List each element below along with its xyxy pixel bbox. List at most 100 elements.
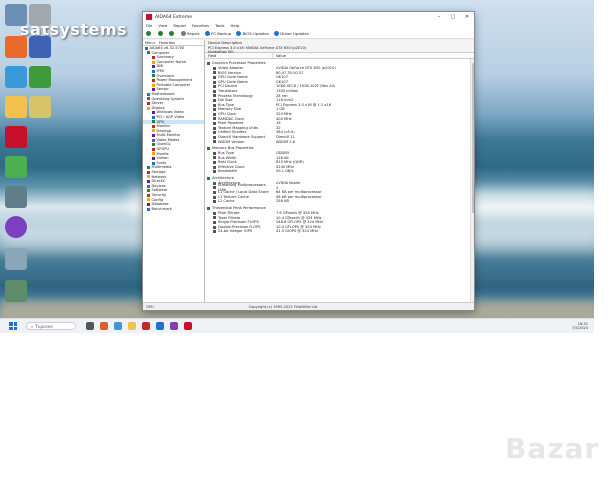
- property-icon: [213, 80, 216, 84]
- menu-report[interactable]: Report: [173, 23, 186, 28]
- tree-node-icon: [152, 115, 155, 119]
- scrollbar-thumb[interactable]: [471, 63, 474, 213]
- desktop-icon[interactable]: [5, 186, 27, 208]
- navigation-tree: Menu Favorites AIDA64 v6.32.5700 Computer…: [143, 40, 205, 302]
- tree-node-icon: [152, 74, 155, 78]
- vertical-scrollbar[interactable]: [470, 59, 474, 302]
- window-titlebar[interactable]: AIDA64 Extreme – □ ✕: [143, 12, 474, 22]
- tree-node-icon: [147, 101, 150, 105]
- desktop-icon[interactable]: [29, 36, 51, 58]
- taskbar-search[interactable]: ⌕ Търсене: [26, 322, 76, 330]
- taskbar-app-icon[interactable]: [128, 322, 136, 330]
- pc-backup-button[interactable]: PC Backup: [204, 31, 231, 36]
- property-row[interactable]: Bandwidth 50.1 GB/s: [205, 169, 474, 174]
- refresh-button[interactable]: [169, 31, 176, 36]
- column-field[interactable]: Field: [205, 53, 273, 58]
- desktop-icon[interactable]: [29, 96, 51, 118]
- taskbar-app-icon[interactable]: [142, 322, 150, 330]
- desktop-icon[interactable]: [5, 280, 27, 302]
- column-value[interactable]: Value: [273, 53, 474, 58]
- report-button[interactable]: Report: [180, 31, 200, 36]
- taskbar-app-icon[interactable]: [114, 322, 122, 330]
- tree-node-icon: [147, 166, 150, 170]
- property-icon: [213, 71, 216, 75]
- property-icon: [213, 126, 216, 130]
- menu-help[interactable]: Help: [230, 23, 239, 28]
- group-icon: [207, 177, 210, 181]
- group-icon: [207, 147, 210, 151]
- property-icon: [213, 161, 216, 165]
- aida64-icon[interactable]: [5, 126, 27, 148]
- driver-updates-button[interactable]: Driver Updates: [273, 31, 309, 36]
- search-placeholder: Търсене: [35, 323, 53, 329]
- close-button[interactable]: ✕: [460, 14, 474, 20]
- property-field-label: Bandwidth: [218, 169, 238, 174]
- menu-view[interactable]: View: [158, 23, 167, 28]
- tree-node-icon: [147, 202, 150, 206]
- tab-favorites[interactable]: Favorites: [159, 41, 175, 45]
- desktop-icon[interactable]: [5, 156, 27, 178]
- aida64-window: AIDA64 Extreme – □ ✕ File View Report Fa…: [142, 11, 475, 311]
- property-icon: [213, 225, 216, 229]
- system-clock[interactable]: 16:31 7/5/2024: [572, 322, 588, 331]
- property-icon: [213, 75, 216, 79]
- property-field: Bandwidth: [205, 169, 273, 174]
- tree-item[interactable]: Benchmark: [143, 207, 204, 212]
- taskbar-app-icon[interactable]: [100, 322, 108, 330]
- desktop-icon[interactable]: [5, 36, 27, 58]
- tree-node-icon: [152, 161, 155, 165]
- driver-updates-label: Driver Updates: [280, 31, 309, 36]
- bios-updates-button[interactable]: BIOS Updates: [236, 31, 269, 36]
- skype-icon[interactable]: [5, 216, 27, 238]
- taskbar: ⌕ Търсене 16:31 7/5/2024: [0, 318, 594, 333]
- taskbar-app-icon[interactable]: [156, 322, 164, 330]
- tree-node-icon: [147, 97, 150, 101]
- taskbar-app-icon[interactable]: [170, 322, 178, 330]
- folder-icon[interactable]: [5, 96, 27, 118]
- desktop-icon[interactable]: [5, 4, 27, 26]
- tree-node-icon: [152, 134, 155, 138]
- desktop-icon[interactable]: [5, 248, 27, 270]
- maximize-button[interactable]: □: [446, 14, 460, 20]
- back-button[interactable]: [146, 31, 153, 36]
- status-left: GPU: [146, 304, 154, 309]
- property-icon: [213, 85, 216, 89]
- property-icon: [213, 135, 216, 139]
- aida64-taskbar-icon[interactable]: [184, 322, 192, 330]
- property-field: L2 Cache: [205, 199, 273, 204]
- status-copyright: Copyright (c) 1995-2021 FinalWire Ltd.: [248, 304, 319, 309]
- tab-menu[interactable]: Menu: [145, 41, 155, 45]
- desktop-icon[interactable]: [29, 66, 51, 88]
- tree-node-icon: [147, 198, 150, 202]
- desktop-icon[interactable]: [29, 4, 51, 26]
- property-icon: [213, 103, 216, 107]
- property-row[interactable]: L2 Cache 256 KB: [205, 199, 474, 204]
- property-icon: [213, 66, 216, 70]
- bios-updates-label: BIOS Updates: [242, 31, 269, 36]
- property-icon: [213, 221, 216, 225]
- forward-button[interactable]: [157, 31, 165, 36]
- property-row[interactable]: WDDM Version WDDM 2.6: [205, 140, 474, 145]
- tree-node-icon: [147, 170, 150, 174]
- property-icon: [213, 108, 216, 112]
- task-view-icon[interactable]: [86, 322, 94, 330]
- tree-node-icon: [152, 147, 155, 151]
- desktop-icon[interactable]: [5, 66, 27, 88]
- property-icon: [213, 140, 216, 144]
- tree-node-icon: [147, 92, 150, 96]
- property-value: WDDM 2.6: [276, 139, 296, 144]
- detail-pane: Device Description PCI Express 3.0 x16: …: [205, 40, 474, 302]
- tree-node-icon: [152, 111, 155, 115]
- minimize-button[interactable]: –: [432, 14, 446, 20]
- property-icon: [213, 191, 216, 195]
- menu-file[interactable]: File: [146, 23, 152, 28]
- tree-node-icon: [147, 189, 150, 193]
- start-button[interactable]: [9, 322, 17, 330]
- property-field-label: WDDM Version: [218, 139, 245, 144]
- tree-node-icon: [152, 88, 155, 92]
- menu-tools[interactable]: Tools: [215, 23, 224, 28]
- property-row[interactable]: 24-bit Integer IOPS 41.5 GIOPS @ 324 MHz: [205, 229, 474, 234]
- property-icon: [213, 131, 216, 135]
- menu-favorites[interactable]: Favorites: [192, 23, 209, 28]
- tree-node-icon: [152, 120, 155, 124]
